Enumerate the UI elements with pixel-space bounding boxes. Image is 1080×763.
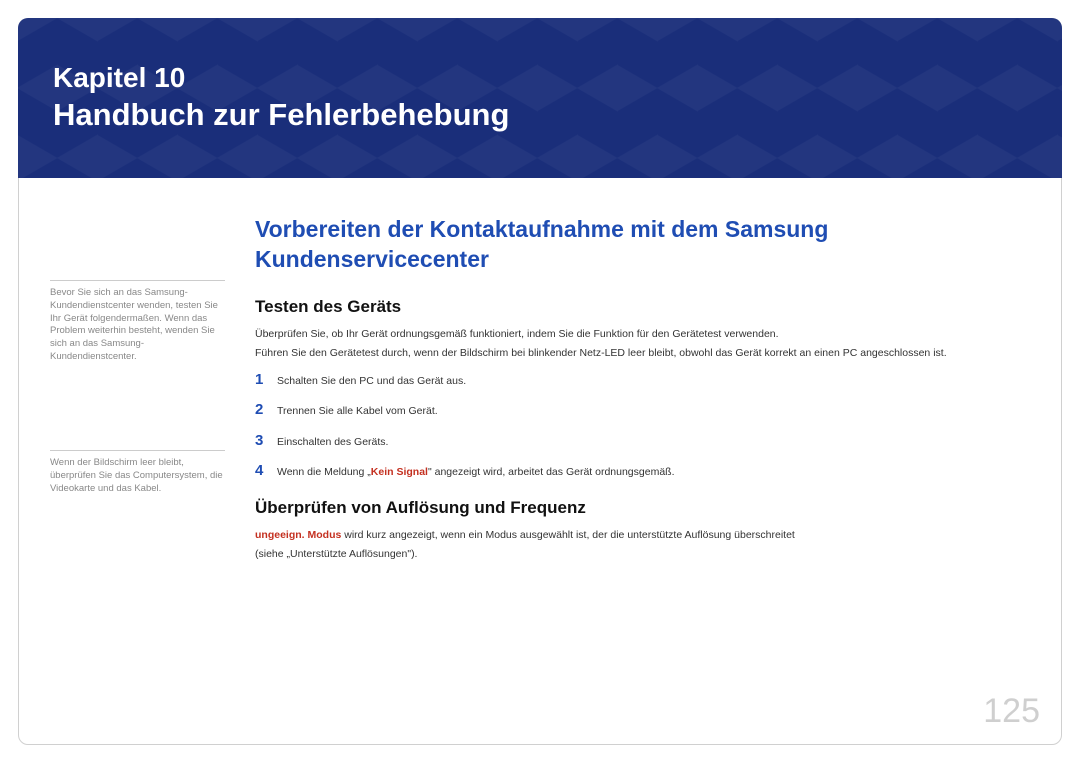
page-number: 125 — [983, 692, 1040, 731]
section2-title: Überprüfen von Auflösung und Frequenz — [255, 498, 1040, 518]
step-row: 2 Trennen Sie alle Kabel vom Gerät. — [255, 401, 1040, 419]
step-number: 1 — [255, 371, 277, 388]
section1-para2: Führen Sie den Gerätetest durch, wenn de… — [255, 346, 1040, 361]
step-text: Wenn die Meldung „Kein Signal" angezeigt… — [277, 465, 675, 480]
step-text: Schalten Sie den PC und das Gerät aus. — [277, 374, 466, 389]
mode-rest: wird kurz angezeigt, wenn ein Modus ausg… — [341, 529, 795, 541]
mode-label: ungeeign. Modus — [255, 529, 341, 541]
chapter-header: Kapitel 10 Handbuch zur Fehlerbehebung — [18, 18, 1062, 178]
step-number: 4 — [255, 462, 277, 479]
step4-suffix: " angezeigt wird, arbeitet das Gerät ord… — [428, 466, 675, 478]
step4-prefix: Wenn die Meldung „ — [277, 466, 371, 478]
section1-para1: Überprüfen Sie, ob Ihr Gerät ordnungsgem… — [255, 327, 1040, 342]
step-text: Trennen Sie alle Kabel vom Gerät. — [277, 404, 438, 419]
step-row: 4 Wenn die Meldung „Kein Signal" angezei… — [255, 462, 1040, 480]
main-heading: Vorbereiten der Kontaktaufnahme mit dem … — [255, 215, 1040, 275]
step-number: 2 — [255, 401, 277, 418]
chapter-label: Kapitel 10 — [53, 63, 1062, 94]
section2-para2: (siehe „Unterstützte Auflösungen"). — [255, 547, 1040, 562]
step-row: 3 Einschalten des Geräts. — [255, 432, 1040, 450]
step-row: 1 Schalten Sie den PC und das Gerät aus. — [255, 371, 1040, 389]
sidebar-note-2: Wenn der Bildschirm leer bleibt, überprü… — [50, 450, 225, 495]
step-number: 3 — [255, 432, 277, 449]
chapter-title: Handbuch zur Fehlerbehebung — [53, 96, 1062, 135]
steps-list: 1 Schalten Sie den PC und das Gerät aus.… — [255, 371, 1040, 480]
step-text: Einschalten des Geräts. — [277, 435, 388, 450]
main-content: Vorbereiten der Kontaktaufnahme mit dem … — [255, 215, 1040, 567]
sidebar-note-1: Bevor Sie sich an das Samsung-Kundendien… — [50, 280, 225, 364]
section2-para1: ungeeign. Modus wird kurz angezeigt, wen… — [255, 528, 1040, 543]
no-signal-label: Kein Signal — [371, 466, 428, 478]
section1-title: Testen des Geräts — [255, 297, 1040, 317]
